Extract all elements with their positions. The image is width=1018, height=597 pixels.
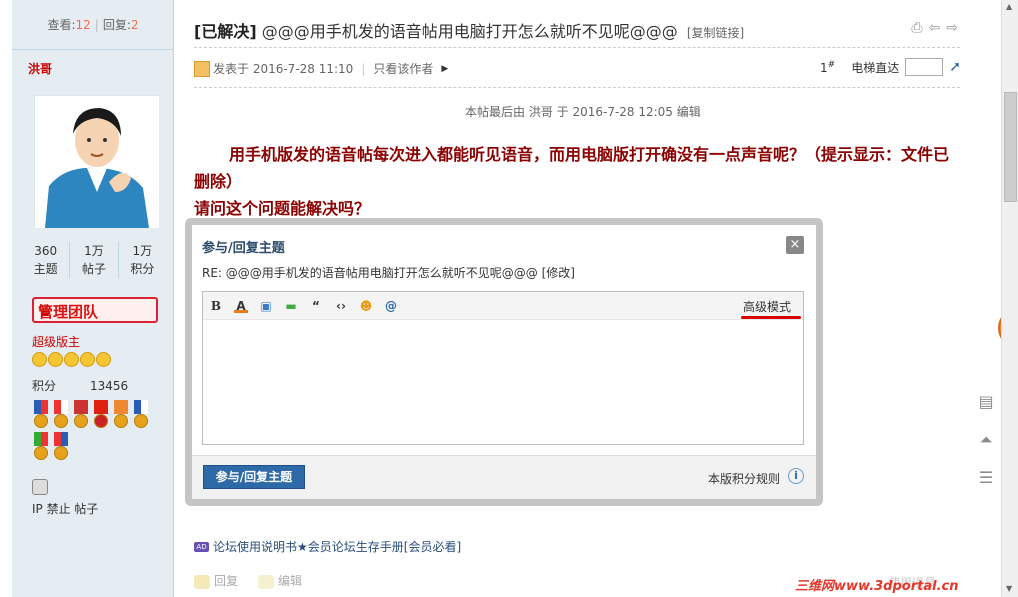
quote-icon[interactable]: “ bbox=[309, 299, 323, 313]
divider bbox=[194, 87, 960, 88]
medal-icon[interactable] bbox=[52, 400, 70, 430]
thread-title-text: @@@用手机发的语音帖用电脑打开怎么就听不见呢@@@ bbox=[261, 22, 678, 41]
image-icon[interactable]: ▣ bbox=[259, 299, 273, 313]
scroll-thumb[interactable] bbox=[1004, 92, 1017, 202]
medal-icon[interactable] bbox=[92, 400, 110, 430]
medal-icon[interactable] bbox=[32, 432, 50, 462]
copy-link[interactable]: [复制链接] bbox=[687, 26, 744, 40]
pencil-icon bbox=[258, 574, 275, 589]
thread-stats: 查看:12 | 回复:2 bbox=[12, 0, 174, 50]
advanced-mode-link[interactable]: 高级模式 bbox=[743, 298, 791, 315]
edit-note: 本帖最后由 洪哥 于 2016-7-28 12:05 编辑 bbox=[465, 105, 701, 119]
only-author-link[interactable]: 只看该作者 bbox=[373, 60, 433, 77]
post-meta: 发表于 2016-7-28 11:10 | 只看该作者 ▶ bbox=[194, 60, 448, 77]
prev-thread-icon[interactable]: ⇦ bbox=[929, 20, 941, 36]
post-paragraph: 用手机版发的语音帖每次进入都能听见语音，而用电脑版打开确没有一点声音呢？（提示显… bbox=[194, 145, 950, 191]
jump-go-icon[interactable]: ➚ bbox=[949, 59, 961, 75]
views-label: 查看: bbox=[47, 18, 76, 32]
replies-count: 2 bbox=[130, 18, 139, 32]
font-color-icon[interactable]: A bbox=[234, 299, 248, 313]
reply-icon bbox=[194, 574, 210, 589]
medal-icon[interactable] bbox=[112, 400, 130, 430]
reply-subject[interactable]: RE: @@@用手机发的语音帖用电脑打开怎么就听不见呢@@@ [修改] bbox=[202, 264, 575, 281]
author-score: 积分 13456 bbox=[32, 379, 129, 393]
mention-icon[interactable]: @ bbox=[384, 299, 398, 313]
views-count: 12 bbox=[75, 18, 91, 32]
annotation-underline bbox=[741, 316, 801, 319]
ad-text[interactable]: 论坛使用说明书★会员论坛生存手册[会员必看] bbox=[213, 538, 461, 555]
rank-stars bbox=[32, 352, 111, 367]
smiley-icon[interactable]: ☻ bbox=[359, 299, 373, 313]
author-counts: 360 主题 1万 帖子 1万 积分 bbox=[22, 242, 166, 278]
list-icon[interactable]: ☰ bbox=[976, 468, 996, 488]
divider bbox=[194, 47, 960, 48]
thread-title: [已解决] @@@用手机发的语音帖用电脑打开怎么就听不见呢@@@ [复制链接] bbox=[194, 18, 744, 42]
user-role[interactable]: 超级版主 bbox=[32, 333, 80, 350]
crown-icon: ♛ bbox=[38, 301, 53, 320]
reply-editor[interactable]: B A ▣ ▬ “ ‹› ☻ @ 高级模式 bbox=[202, 291, 804, 445]
print-icon[interactable]: ⎙ bbox=[911, 20, 922, 36]
code-icon[interactable]: ‹› bbox=[334, 299, 348, 313]
attachment-icon[interactable]: ▬ bbox=[284, 299, 298, 313]
back-to-top-icon[interactable]: ⏶ bbox=[976, 430, 996, 450]
rank-smiley-icon bbox=[80, 352, 95, 367]
ip-tool-icon[interactable] bbox=[32, 479, 48, 495]
info-icon[interactable]: i bbox=[788, 468, 804, 484]
posts-count[interactable]: 1万 帖子 bbox=[70, 242, 119, 278]
side-float-tools: ▤ ⏶ ☰ bbox=[976, 392, 1000, 488]
submit-reply-button[interactable]: 参与/回复主题 bbox=[203, 465, 305, 489]
comment-icon[interactable]: ▤ bbox=[976, 392, 996, 412]
medal-icon[interactable] bbox=[52, 432, 70, 462]
floor-jump-input[interactable] bbox=[905, 58, 944, 76]
rank-smiley-icon bbox=[64, 352, 79, 367]
ip-ban-text: IP 禁止 帖子 bbox=[32, 502, 99, 516]
floor-jump: 1# 电梯直达 ➚ bbox=[820, 58, 961, 76]
medal-icon[interactable] bbox=[132, 400, 150, 430]
rank-smiley-icon bbox=[32, 352, 47, 367]
rank-smiley-icon bbox=[96, 352, 111, 367]
bold-icon[interactable]: B bbox=[209, 299, 223, 313]
jump-label: 电梯直达 bbox=[851, 60, 900, 75]
next-thread-icon[interactable]: ⇨ bbox=[946, 20, 958, 36]
author-sidebar: 查看:12 | 回复:2 洪哥 360 主题 1万 帖子 1万 积分 管理团队 ♛ 超级 bbox=[12, 0, 174, 597]
thread-tools: ⎙ ⇦ ⇨ bbox=[911, 20, 958, 36]
scroll-up-icon[interactable]: ▲ bbox=[1006, 2, 1012, 11]
close-icon[interactable]: × bbox=[786, 236, 804, 254]
forum-thread-page: 查看:12 | 回复:2 洪哥 360 主题 1万 帖子 1万 积分 管理团队 ♛ 超级 bbox=[0, 0, 1018, 597]
site-watermark: 三维网www.3dportal.cn bbox=[795, 579, 959, 594]
vertical-scrollbar[interactable]: ▲ ▼ bbox=[1001, 0, 1018, 597]
dialog-footer: 参与/回复主题 本版积分规则 i bbox=[192, 455, 816, 499]
reply-dialog: 参与/回复主题 × RE: @@@用手机发的语音帖用电脑打开怎么就听不见呢@@@… bbox=[185, 218, 823, 506]
points-rules-link[interactable]: 本版积分规则 bbox=[708, 470, 780, 487]
points-count[interactable]: 1万 积分 bbox=[119, 242, 166, 278]
triangle-right-icon: ▶ bbox=[441, 63, 449, 74]
editor-toolbar: B A ▣ ▬ “ ‹› ☻ @ 高级模式 bbox=[203, 292, 803, 320]
avatar[interactable] bbox=[34, 95, 159, 228]
dialog-title: 参与/回复主题 bbox=[202, 241, 285, 256]
solved-tag: [已解决] bbox=[194, 22, 257, 41]
reply-button[interactable]: 回复 bbox=[194, 572, 238, 589]
post-actions: 回复 编辑 bbox=[194, 572, 302, 589]
rank-smiley-icon bbox=[48, 352, 63, 367]
scroll-down-icon[interactable]: ▼ bbox=[1006, 584, 1012, 593]
online-status-icon bbox=[194, 60, 210, 77]
medals bbox=[32, 400, 158, 462]
medal-icon[interactable] bbox=[72, 400, 90, 430]
edit-button[interactable]: 编辑 bbox=[258, 572, 302, 589]
floor-number[interactable]: 1# bbox=[820, 60, 835, 75]
ad-link[interactable]: AD 论坛使用说明书★会员论坛生存手册[会员必看] bbox=[194, 538, 461, 555]
post-time: 发表于 2016-7-28 11:10 bbox=[213, 62, 354, 76]
post-content: 用手机版发的语音帖每次进入都能听见语音，而用电脑版打开确没有一点声音呢？（提示显… bbox=[194, 141, 964, 222]
admin-team-badge: 管理团队 ♛ bbox=[32, 297, 158, 323]
replies-label: 回复: bbox=[102, 18, 131, 32]
medal-icon[interactable] bbox=[32, 400, 50, 430]
author-name[interactable]: 洪哥 bbox=[28, 60, 52, 77]
ad-icon: AD bbox=[194, 541, 209, 552]
topics-count[interactable]: 360 主题 bbox=[22, 242, 71, 278]
